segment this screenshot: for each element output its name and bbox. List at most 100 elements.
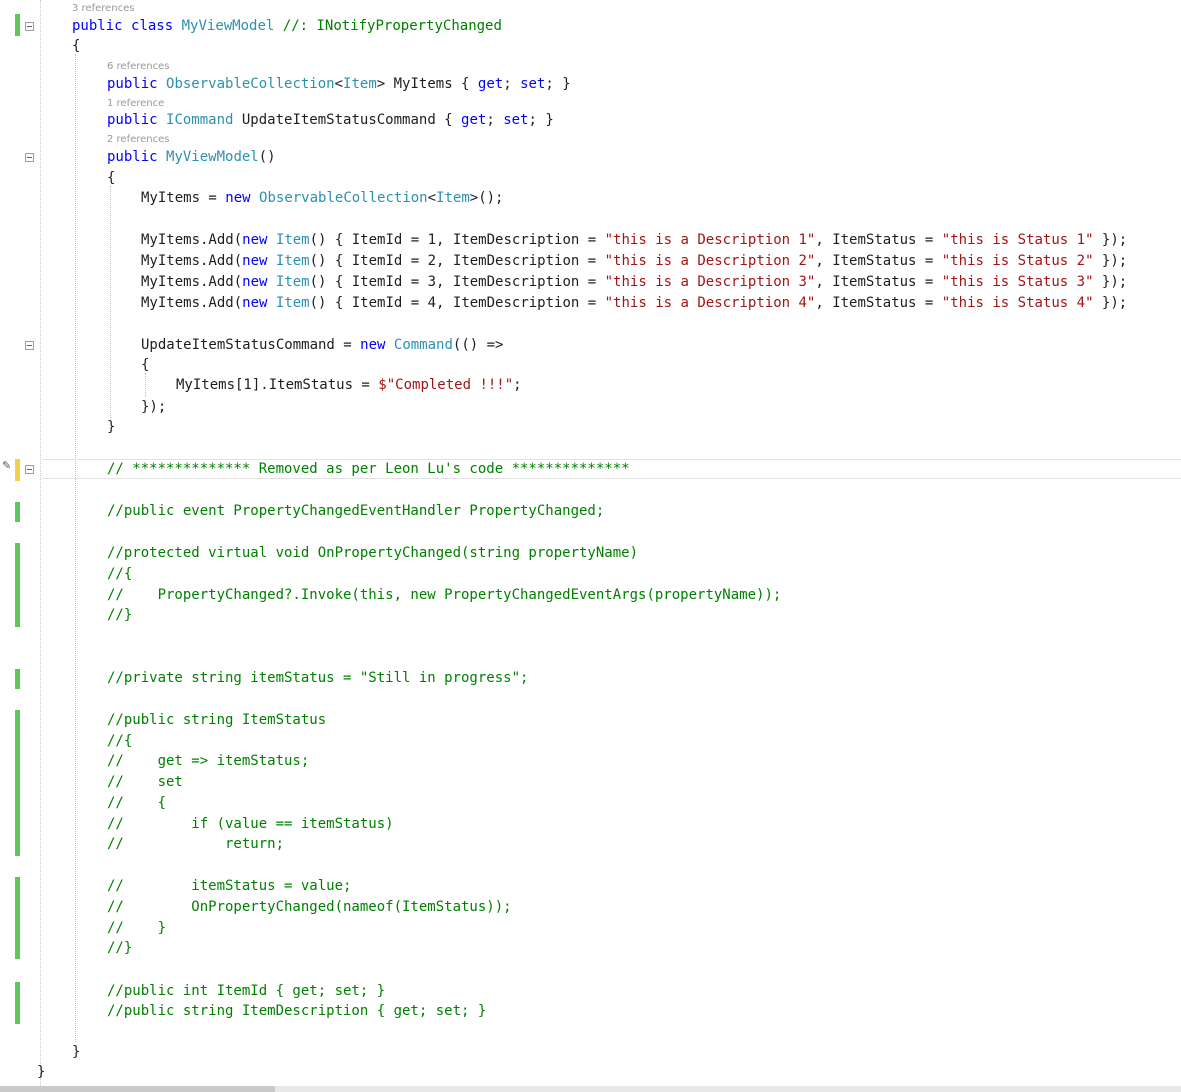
string-literal: "this is a Description 1" xyxy=(604,232,816,248)
keyword: new xyxy=(225,190,251,206)
code-line-comment[interactable]: // set xyxy=(107,772,183,792)
code-line-lambda-close[interactable]: }); xyxy=(141,397,166,417)
code-token: UpdateItemStatusCommand = xyxy=(141,337,361,353)
type-name: Item xyxy=(275,295,310,311)
code-line-comment[interactable]: // { xyxy=(107,793,166,813)
code-token: () { ItemId = 3, ItemDescription = xyxy=(309,274,605,290)
codelens-references[interactable]: 1 reference xyxy=(107,98,164,110)
code-line-brace[interactable]: { xyxy=(72,36,80,56)
code-token: () { ItemId = 1, ItemDescription = xyxy=(309,232,605,248)
code-token: MyItems.Add( xyxy=(141,232,243,248)
code-line-command-property[interactable]: public ICommand UpdateItemStatusCommand … xyxy=(107,110,554,130)
codelens-references[interactable]: 3 references xyxy=(72,3,135,15)
code-token: MyItems { xyxy=(385,76,478,92)
code-line-comment[interactable]: //public int ItemId { get; set; } xyxy=(107,981,385,1001)
code-token: MyItems.Add( xyxy=(141,295,243,311)
keyword: set xyxy=(503,112,529,128)
code-line-comment[interactable]: //} xyxy=(107,605,132,625)
indent-guide xyxy=(145,373,146,397)
string-literal: "this is Status 3" xyxy=(941,274,1094,290)
type-name: Item xyxy=(275,274,310,290)
code-line-items-init[interactable]: MyItems = new ObservableCollection<Item>… xyxy=(141,188,503,208)
horizontal-scrollbar[interactable] xyxy=(0,1086,1181,1092)
code-line-comment[interactable]: //} xyxy=(107,938,132,958)
code-token: }); xyxy=(1093,295,1128,311)
code-token: MyItems = xyxy=(141,190,226,206)
code-line-comment[interactable]: // OnPropertyChanged(nameof(ItemStatus))… xyxy=(107,897,512,917)
code-line-add-item[interactable]: MyItems.Add(new Item() { ItemId = 2, Ite… xyxy=(141,251,1127,271)
code-token: }); xyxy=(1093,253,1128,269)
code-line-comment[interactable]: //{ xyxy=(107,731,132,751)
type-name: Item xyxy=(436,190,470,206)
code-line-items-property[interactable]: public ObservableCollection<Item> MyItem… xyxy=(107,74,571,94)
keyword: class xyxy=(131,18,174,34)
code-line-add-item[interactable]: MyItems.Add(new Item() { ItemId = 3, Ite… xyxy=(141,272,1127,292)
code-token: ; } xyxy=(528,112,554,128)
type-name: MyViewModel xyxy=(166,149,259,165)
scrollbar-thumb[interactable] xyxy=(0,1086,275,1092)
codelens-references[interactable]: 6 references xyxy=(107,61,170,73)
string-literal: "this is Status 2" xyxy=(941,253,1094,269)
code-line-comment[interactable]: //{ xyxy=(107,564,132,584)
code-line-comment[interactable]: // get => itemStatus; xyxy=(107,751,309,771)
keyword: new xyxy=(242,232,268,248)
code-line-add-item[interactable]: MyItems.Add(new Item() { ItemId = 1, Ite… xyxy=(141,230,1127,250)
code-line-comment[interactable]: //public event PropertyChangedEventHandl… xyxy=(107,501,604,521)
code-line-constructor[interactable]: public MyViewModel() xyxy=(107,147,276,167)
code-line-brace[interactable]: } xyxy=(72,1042,80,1062)
collapse-lambda-toggle[interactable] xyxy=(25,341,34,350)
change-marker-unsaved xyxy=(15,459,20,481)
type-name: ICommand xyxy=(166,112,234,128)
code-token: }); xyxy=(1093,274,1128,290)
code-token: (() => xyxy=(452,337,504,353)
collapse-class-toggle[interactable] xyxy=(25,22,34,31)
type-name: Item xyxy=(275,253,310,269)
code-line-comment[interactable]: // } xyxy=(107,918,166,938)
code-token: ; } xyxy=(545,76,571,92)
code-line-brace[interactable]: { xyxy=(141,355,149,375)
change-marker xyxy=(15,669,20,689)
collapse-comment-toggle[interactable] xyxy=(25,465,34,474)
code-line-comment[interactable]: //private string itemStatus = "Still in … xyxy=(107,668,528,688)
code-line-brace[interactable]: } xyxy=(107,417,115,437)
keyword: public xyxy=(107,76,158,92)
change-marker xyxy=(15,14,20,36)
code-line-brace[interactable]: { xyxy=(107,168,115,188)
code-token: }); xyxy=(1093,232,1128,248)
code-line-comment[interactable]: // if (value == itemStatus) xyxy=(107,814,394,834)
comment: //: INotifyPropertyChanged xyxy=(282,18,502,34)
code-token: ; xyxy=(513,377,522,393)
change-marker xyxy=(15,877,20,959)
code-line-comment[interactable]: // ************** Removed as per Leon Lu… xyxy=(107,459,630,479)
type-name: Item xyxy=(275,232,310,248)
code-line-command-assign[interactable]: UpdateItemStatusCommand = new Command(()… xyxy=(141,335,503,355)
indent-guide xyxy=(75,54,76,1042)
code-line-comment[interactable]: //public string ItemStatus xyxy=(107,710,326,730)
code-line-comment[interactable]: // itemStatus = value; xyxy=(107,876,351,896)
type-name: MyViewModel xyxy=(181,18,275,34)
collapse-constructor-toggle[interactable] xyxy=(25,153,34,162)
code-editor[interactable]: ✎ 3 references 6 references 1 reference … xyxy=(0,0,1181,1092)
code-line-comment[interactable]: //protected virtual void OnPropertyChang… xyxy=(107,543,638,563)
code-line-add-item[interactable]: MyItems.Add(new Item() { ItemId = 4, Ite… xyxy=(141,293,1127,313)
code-line-brace[interactable]: } xyxy=(37,1062,45,1082)
code-line-command-body[interactable]: MyItems[1].ItemStatus = $"Completed !!!"… xyxy=(176,375,522,395)
string-literal: "this is Status 4" xyxy=(941,295,1094,311)
indent-guide xyxy=(110,186,111,418)
string-literal: "this is a Description 3" xyxy=(604,274,816,290)
code-token: MyItems.Add( xyxy=(141,274,243,290)
codelens-references[interactable]: 2 references xyxy=(107,134,170,146)
string-literal: "this is a Description 2" xyxy=(604,253,816,269)
code-line-class-declaration[interactable]: public class MyViewModel //: INotifyProp… xyxy=(72,16,502,36)
code-token: MyItems[1].ItemStatus = xyxy=(176,377,379,393)
code-line-comment[interactable]: //public string ItemDescription { get; s… xyxy=(107,1001,486,1021)
code-token: > xyxy=(376,76,386,92)
code-token: () { ItemId = 4, ItemDescription = xyxy=(309,295,605,311)
code-line-comment[interactable]: // return; xyxy=(107,834,284,854)
keyword: new xyxy=(242,274,268,290)
code-token: () xyxy=(258,149,276,165)
code-token: < xyxy=(334,76,344,92)
keyword: public xyxy=(107,149,158,165)
code-line-comment[interactable]: // PropertyChanged?.Invoke(this, new Pro… xyxy=(107,585,781,605)
code-token: , ItemStatus = xyxy=(815,295,942,311)
